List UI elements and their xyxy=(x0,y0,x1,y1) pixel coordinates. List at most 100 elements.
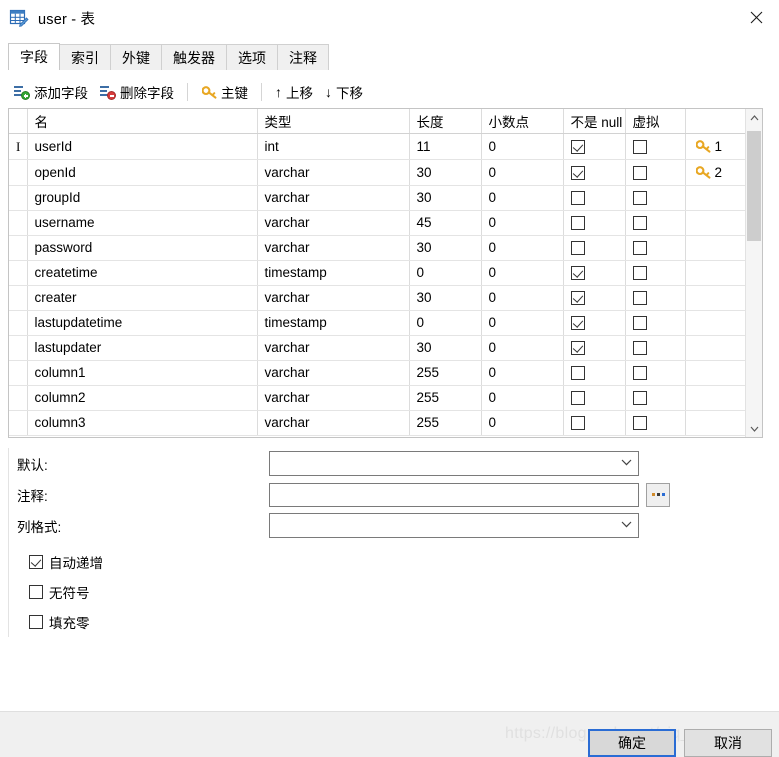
cell-not-null-checkbox[interactable] xyxy=(570,139,585,154)
auto-increment-row[interactable]: 自动递增 xyxy=(29,547,763,577)
cell-key[interactable] xyxy=(685,285,745,311)
cell-decimals[interactable]: 0 xyxy=(481,310,564,336)
column-format-select[interactable] xyxy=(269,513,639,538)
cell-virtual[interactable] xyxy=(625,260,686,286)
cell-name[interactable]: password xyxy=(27,235,258,261)
cell-name[interactable]: username xyxy=(27,210,258,236)
cell-name[interactable]: openId xyxy=(27,159,258,186)
row-selector[interactable] xyxy=(9,260,28,286)
move-down-button[interactable]: ↓ 下移 xyxy=(319,80,369,104)
cell-not-null[interactable] xyxy=(563,210,626,236)
cell-length[interactable]: 45 xyxy=(409,210,482,236)
cell-not-null[interactable] xyxy=(563,235,626,261)
table-row[interactable]: IuserId int 11 0 1 xyxy=(9,133,745,160)
cell-decimals[interactable]: 0 xyxy=(481,335,564,361)
cell-not-null-checkbox[interactable] xyxy=(570,191,585,206)
cell-type[interactable]: timestamp xyxy=(257,260,410,286)
cell-not-null-checkbox[interactable] xyxy=(570,316,585,331)
cell-type[interactable]: varchar xyxy=(257,360,410,386)
cell-virtual-checkbox[interactable] xyxy=(632,191,647,206)
cell-not-null-checkbox[interactable] xyxy=(570,341,585,356)
cell-name[interactable]: createtime xyxy=(27,260,258,286)
table-row[interactable]: lastupdater varchar 30 0 xyxy=(9,335,745,361)
cell-decimals[interactable]: 0 xyxy=(481,285,564,311)
cell-type[interactable]: varchar xyxy=(257,185,410,211)
grid-vertical-scrollbar[interactable] xyxy=(745,109,762,437)
cell-key[interactable] xyxy=(685,335,745,361)
row-selector[interactable] xyxy=(9,385,28,411)
cell-length[interactable]: 255 xyxy=(409,410,482,436)
cell-not-null[interactable] xyxy=(563,410,626,436)
cell-length[interactable]: 0 xyxy=(409,260,482,286)
cell-length[interactable]: 30 xyxy=(409,185,482,211)
table-row[interactable]: groupId varchar 30 0 xyxy=(9,185,745,211)
cell-decimals[interactable]: 0 xyxy=(481,185,564,211)
cell-virtual-checkbox[interactable] xyxy=(632,266,647,281)
cell-type[interactable]: varchar xyxy=(257,410,410,436)
tab-comment[interactable]: 注释 xyxy=(277,44,329,70)
cell-not-null[interactable] xyxy=(563,385,626,411)
cell-virtual[interactable] xyxy=(625,310,686,336)
cancel-button[interactable]: 取消 xyxy=(684,729,772,757)
cell-virtual[interactable] xyxy=(625,235,686,261)
cell-length[interactable]: 30 xyxy=(409,159,482,186)
cell-name[interactable]: column1 xyxy=(27,360,258,386)
delete-field-button[interactable]: 删除字段 xyxy=(94,80,180,104)
cell-not-null[interactable] xyxy=(563,310,626,336)
cell-not-null[interactable] xyxy=(563,260,626,286)
row-selector[interactable] xyxy=(9,185,28,211)
zero-fill-checkbox[interactable] xyxy=(29,615,43,629)
cell-not-null[interactable] xyxy=(563,285,626,311)
row-selector[interactable] xyxy=(9,310,28,336)
cell-decimals[interactable]: 0 xyxy=(481,360,564,386)
cell-key[interactable] xyxy=(685,185,745,211)
cell-virtual-checkbox[interactable] xyxy=(632,341,647,356)
cell-virtual-checkbox[interactable] xyxy=(632,391,647,406)
cell-length[interactable]: 11 xyxy=(409,133,482,160)
cell-decimals[interactable]: 0 xyxy=(481,385,564,411)
row-selector[interactable] xyxy=(9,235,28,261)
cell-decimals[interactable]: 0 xyxy=(481,210,564,236)
row-selector[interactable] xyxy=(9,360,28,386)
cell-virtual-checkbox[interactable] xyxy=(632,291,647,306)
row-selector[interactable] xyxy=(9,335,28,361)
cell-length[interactable]: 255 xyxy=(409,360,482,386)
cell-not-null[interactable] xyxy=(563,159,626,186)
cell-type[interactable]: varchar xyxy=(257,235,410,261)
cell-not-null[interactable] xyxy=(563,335,626,361)
cell-virtual[interactable] xyxy=(625,159,686,186)
unsigned-row[interactable]: 无符号 xyxy=(29,577,763,607)
cell-type[interactable]: varchar xyxy=(257,385,410,411)
cell-length[interactable]: 30 xyxy=(409,235,482,261)
unsigned-checkbox[interactable] xyxy=(29,585,43,599)
table-row[interactable]: password varchar 30 0 xyxy=(9,235,745,261)
cell-length[interactable]: 255 xyxy=(409,385,482,411)
cell-not-null-checkbox[interactable] xyxy=(570,165,585,180)
cell-virtual[interactable] xyxy=(625,410,686,436)
cell-virtual-checkbox[interactable] xyxy=(632,416,647,431)
row-selector[interactable] xyxy=(9,410,28,436)
cell-decimals[interactable]: 0 xyxy=(481,133,564,160)
cell-virtual-checkbox[interactable] xyxy=(632,316,647,331)
cell-decimals[interactable]: 0 xyxy=(481,410,564,436)
cell-key[interactable] xyxy=(685,310,745,336)
cell-virtual-checkbox[interactable] xyxy=(632,241,647,256)
cell-length[interactable]: 30 xyxy=(409,335,482,361)
column-header-decimals[interactable]: 小数点 xyxy=(481,109,564,134)
ok-button[interactable]: 确定 xyxy=(588,729,676,757)
cell-not-null[interactable] xyxy=(563,360,626,386)
cell-not-null-checkbox[interactable] xyxy=(570,241,585,256)
tab-options[interactable]: 选项 xyxy=(226,44,278,70)
row-selector[interactable] xyxy=(9,210,28,236)
cell-virtual[interactable] xyxy=(625,360,686,386)
cell-decimals[interactable]: 0 xyxy=(481,260,564,286)
cell-not-null-checkbox[interactable] xyxy=(570,291,585,306)
table-row[interactable]: creater varchar 30 0 xyxy=(9,285,745,311)
cell-key[interactable] xyxy=(685,235,745,261)
tab-fields[interactable]: 字段 xyxy=(8,43,60,70)
cell-name[interactable]: creater xyxy=(27,285,258,311)
default-select[interactable] xyxy=(269,451,639,476)
scrollbar-thumb[interactable] xyxy=(747,131,761,241)
cell-virtual-checkbox[interactable] xyxy=(632,165,647,180)
cell-virtual-checkbox[interactable] xyxy=(632,366,647,381)
